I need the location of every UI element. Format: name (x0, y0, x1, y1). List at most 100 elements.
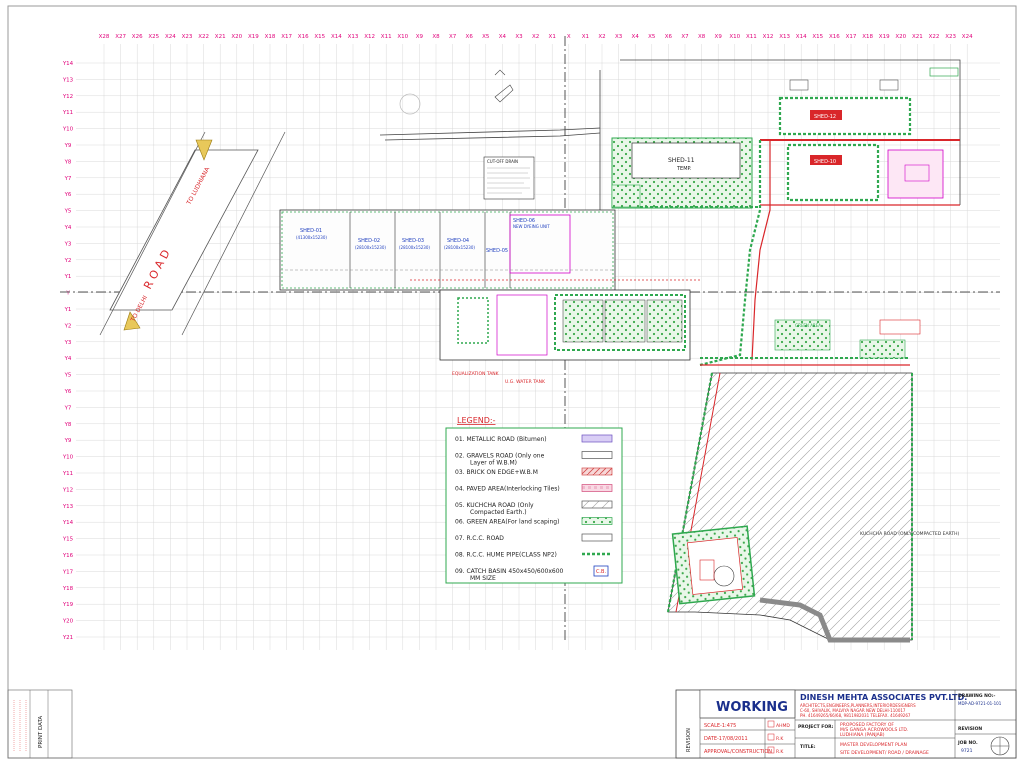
grid-row-label: Y21 (62, 635, 73, 641)
title-label: TITLE: (800, 744, 816, 750)
grid-row-label: Y9 (64, 438, 72, 444)
grid-col-label: X10 (397, 34, 408, 40)
legend-swatch (581, 533, 613, 542)
legend-item-label: 06. GREEN AREA(For land scaping) (455, 519, 559, 526)
legend-item-label-2: Layer of W.B.M) (470, 460, 517, 467)
grid-row-label: Y10 (62, 127, 74, 133)
shed-11-sub: TEMP. (676, 166, 692, 172)
project-for-label: PROJECT FOR: (798, 724, 834, 730)
shed-05-label: SHED-05 (486, 248, 508, 254)
catch-basin-symbol: C.B. (596, 569, 607, 575)
grid-row-label: Y17 (62, 569, 74, 575)
legend-swatch (581, 451, 613, 459)
grid-col-label: X12 (364, 34, 375, 40)
grid-row-label: Y1 (64, 307, 72, 313)
grid-col-label: X3 (515, 34, 523, 40)
job-no-label: JOB NO. (957, 740, 978, 746)
title-line-1: MASTER DEVELOPMENT PLAN (840, 742, 907, 748)
legend-item-label: 04. PAVED AREA(Interlocking Tiles) (455, 486, 560, 493)
shed-02-label: SHED-02 (358, 238, 380, 244)
shed-02-sub: (28100x15230) (355, 245, 386, 250)
shed-03-label: SHED-03 (402, 238, 424, 244)
left-margin-notes: PRINT DATA (7, 689, 73, 759)
svg-text:CUT-OFF DRAIN: CUT-OFF DRAIN (487, 159, 518, 164)
grid-col-label: X16 (298, 34, 309, 40)
south-plot: KUCHCHA ROAD (ONLY COMPACTED EARTH) (666, 372, 959, 643)
grid-row-label: Y14 (62, 61, 74, 67)
compass-arrow-icon (494, 84, 514, 103)
legend-panel: LEGEND:- 01. METALLIC ROAD (Bitumen) 02. … (445, 416, 623, 584)
grid-col-label: X8 (432, 34, 440, 40)
initials-2: R.K (776, 736, 784, 742)
grid-col-label: X2 (532, 34, 539, 40)
grid-col-label: X2 (598, 34, 605, 40)
ug-water-tank-label: U.G. WATER TANK (505, 379, 546, 385)
grid-row-label: Y12 (62, 94, 73, 100)
job-no-value: 9721 (961, 748, 973, 754)
main-road: R O A D TO LUDHIANA TO DELHI (99, 131, 286, 336)
grid-col-label: X5 (482, 34, 490, 40)
legend-swatch (581, 500, 613, 509)
revision-label: REVISION (958, 726, 982, 732)
grid-row-label: Y6 (64, 192, 72, 198)
shed-04-sub: (28100x15230) (444, 245, 475, 250)
equalization-tank-label: EQUALIZATION TANK (452, 371, 500, 377)
grid-row-label: Y13 (62, 77, 74, 83)
grid-row-label: Y19 (62, 602, 74, 608)
green-area-label: GREEN AREA (795, 323, 821, 328)
grid-col-label: X17 (281, 34, 292, 40)
grid-row-labels: Y14Y13Y12Y11Y10Y9Y8Y7Y6Y5Y4Y3Y2Y1YY1Y2Y3… (62, 61, 74, 641)
legend-swatch (581, 434, 613, 443)
site-plan-svg: X28 X27 X26 X25 X24 X23 X22 X21 X20 X19 X18 X17 X16 X… (7, 5, 1017, 759)
grid-row-label: Y2 (64, 323, 72, 329)
shed-06-sub: NEW DYEING UNIT (513, 224, 550, 229)
company-sub-3: PH. 41649265/66/68, 9811982031 TELEFAX. … (800, 713, 911, 718)
grid-row-label: Y16 (62, 553, 74, 559)
legend-swatch (581, 467, 613, 476)
grid-col-label: X13 (348, 34, 359, 40)
grid-row-label: Y4 (64, 225, 72, 231)
grid-column-labels: X28 X27 X26 X25 X24 X23 X22 X21 X20 X19 X18 X17 X16 X… (99, 34, 973, 40)
grid-col-label: X14 (331, 34, 342, 40)
grid-col-label: X1 (549, 34, 556, 40)
grid-col-label: X21 (912, 34, 923, 40)
date-text: DATE-17/08/2011 (704, 736, 748, 742)
legend-item-label: 03. BRICK ON EDGE+W.B.M (455, 469, 538, 476)
grid-col-label: X18 (862, 34, 873, 40)
grid-col-label: X24 (165, 34, 176, 40)
grid-row-label: Y6 (64, 389, 72, 395)
working-stamp: WORKING (716, 700, 788, 715)
grid-col-label: X16 (829, 34, 840, 40)
grid-row-label: Y5 (64, 373, 72, 379)
grid-col-label: X4 (632, 34, 640, 40)
grid-col-label: X14 (796, 34, 807, 40)
legend-item-label-2: Compacted Earth.) (470, 509, 527, 516)
grid-row-label: Y10 (62, 455, 74, 461)
shed-04-label: SHED-04 (447, 238, 469, 244)
print-data-label: PRINT DATA (38, 716, 44, 748)
grid-row-label: Y14 (62, 520, 74, 526)
shed-01-label: SHED-01 (300, 228, 322, 234)
grid-row-label: Y3 (64, 241, 72, 247)
grid-row-label: Y18 (62, 586, 74, 592)
grid-row-label: Y7 (64, 176, 72, 182)
grid-row-label: Y15 (62, 537, 74, 543)
grid-row-label: Y12 (62, 487, 73, 493)
grid-col-label: X6 (466, 34, 474, 40)
grid-col-label: X11 (746, 34, 757, 40)
legend-item-label: 09. CATCH BASIN 450x450/600x600 (455, 568, 564, 575)
grid-col-label: X3 (615, 34, 623, 40)
project-line-3: LUDHIANA (PANJAB) (840, 732, 885, 738)
scale-text: SCALE-1:475 (704, 723, 736, 729)
legend-item-label-2: MM SIZE (470, 575, 496, 582)
grid-col-label: X17 (846, 34, 857, 40)
grid-col-label: X11 (381, 34, 392, 40)
grid-col-label: X26 (132, 34, 143, 40)
title-block: REVISION WORKING SCALE-1:475 DATE-17/08/… (675, 689, 1017, 759)
legend-item-label: 01. METALLIC ROAD (Bitumen) (455, 436, 547, 443)
grid-col-label: X22 (929, 34, 940, 40)
grid-col-label: X9 (715, 34, 723, 40)
grid-row-label: Y13 (62, 504, 74, 510)
shed-03-sub: (28100x15230) (399, 245, 430, 250)
cutoff-drain-note: CUT-OFF DRAIN (483, 156, 535, 200)
